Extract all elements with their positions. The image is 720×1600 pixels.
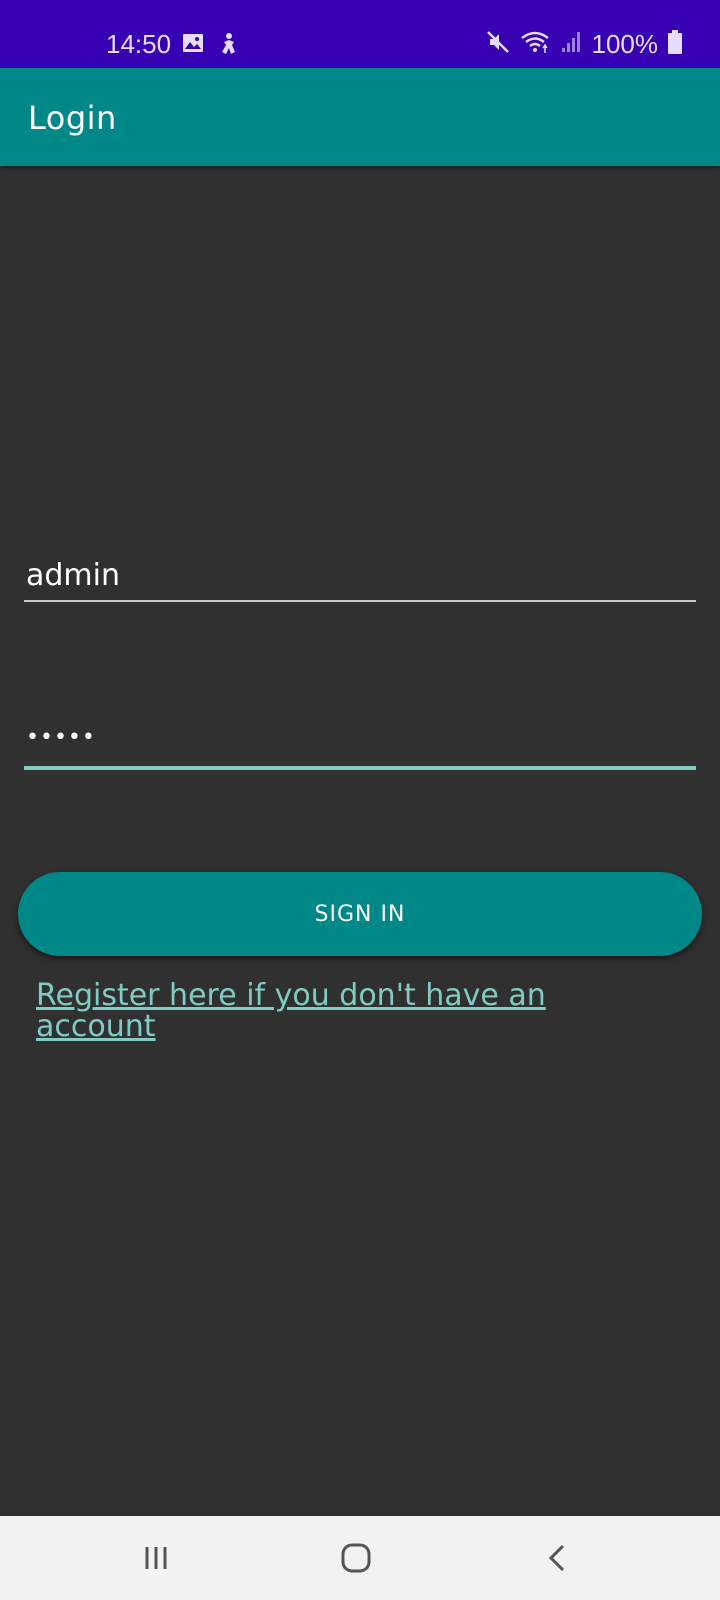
navigation-bar (0, 1516, 720, 1600)
password-value: ••••• (26, 725, 96, 750)
username-value: admin (26, 558, 120, 593)
password-field[interactable]: ••••• (24, 718, 696, 770)
status-left-icons (182, 32, 240, 61)
wifi-icon (520, 30, 550, 59)
back-icon[interactable] (536, 1536, 580, 1580)
mute-icon (486, 30, 510, 59)
sign-in-button[interactable]: SIGN IN (18, 872, 702, 956)
battery-icon (668, 29, 682, 59)
username-field[interactable]: admin (24, 552, 696, 602)
page-title: Login (28, 99, 117, 137)
register-link[interactable]: Register here if you don't have an accou… (36, 980, 656, 1042)
signal-icon (560, 30, 582, 59)
accessibility-icon (218, 32, 240, 61)
status-time: 14:50 (106, 29, 172, 59)
battery-percent: 100% (591, 29, 659, 59)
recent-apps-icon[interactable] (134, 1536, 178, 1580)
sign-in-label: SIGN IN (314, 901, 406, 927)
app-bar: Login (0, 68, 720, 166)
home-icon[interactable] (334, 1536, 378, 1580)
image-icon (182, 32, 204, 61)
status-bar: 14:50 100% (0, 0, 720, 68)
status-right: 100% (486, 28, 682, 60)
